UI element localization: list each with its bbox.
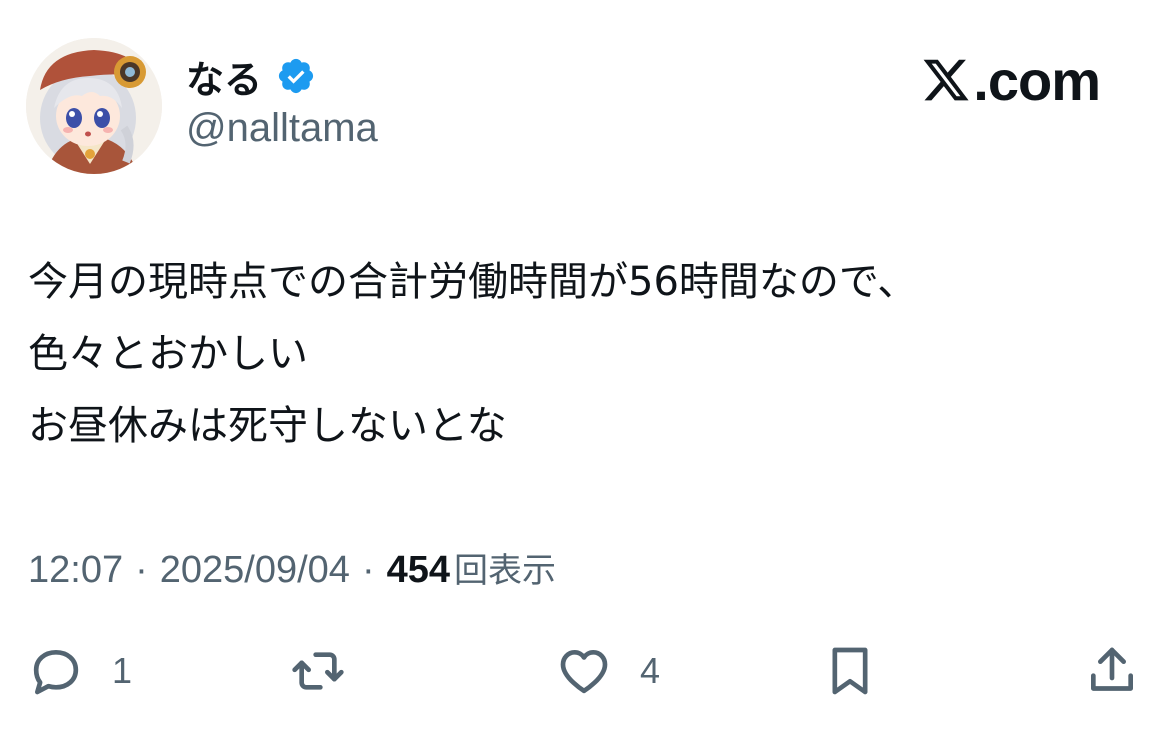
tweet-text: 今月の現時点での合計労働時間が56時間なので、 色々とおかしい お昼休みは死守し… [28, 246, 917, 462]
bookmark-icon [832, 647, 868, 695]
tweet-card: なる @nalltama .com 今月の現時点での合計労働時間が56時間なので… [0, 0, 1170, 737]
display-name-row: なる [186, 50, 378, 102]
like-button[interactable]: 4 [556, 636, 660, 706]
tweet-line: 今月の現時点での合計労働時間が56時間なので、 [28, 259, 918, 305]
tweet-line: 色々とおかしい [28, 331, 308, 377]
tweet-meta: 12:07 · 2025/09/04 · 454 回表示 [28, 543, 556, 592]
x-logo-icon [923, 59, 969, 101]
heart-icon [560, 650, 608, 694]
display-name[interactable]: なる [186, 49, 262, 104]
meta-separator: · [361, 549, 375, 591]
avatar[interactable] [26, 38, 162, 174]
verified-badge-icon [276, 56, 316, 96]
like-count: 4 [640, 650, 661, 691]
reply-count: 1 [112, 650, 133, 691]
views-label: 回表示 [454, 551, 556, 591]
author-info: なる @nalltama [186, 50, 378, 151]
reply-button[interactable]: 1 [28, 636, 132, 706]
action-bar: 1 4 [0, 636, 1170, 706]
tweet-line: お昼休みは死守しないとな [28, 403, 507, 449]
views-count[interactable]: 454 [387, 549, 450, 592]
brand-logo: .com [921, 48, 1101, 112]
user-handle[interactable]: @nalltama [186, 106, 378, 151]
meta-separator: · [135, 549, 148, 591]
bookmark-button[interactable] [822, 636, 878, 706]
repost-icon [292, 652, 344, 690]
reply-icon [33, 650, 79, 695]
tweet-time[interactable]: 12:07 [28, 549, 123, 592]
brand-label: .com [973, 48, 1101, 112]
share-button[interactable] [1084, 636, 1140, 706]
share-icon [1091, 647, 1133, 691]
repost-button[interactable] [290, 636, 346, 706]
avatar-image [26, 38, 162, 174]
tweet-date[interactable]: 2025/09/04 [160, 549, 350, 592]
